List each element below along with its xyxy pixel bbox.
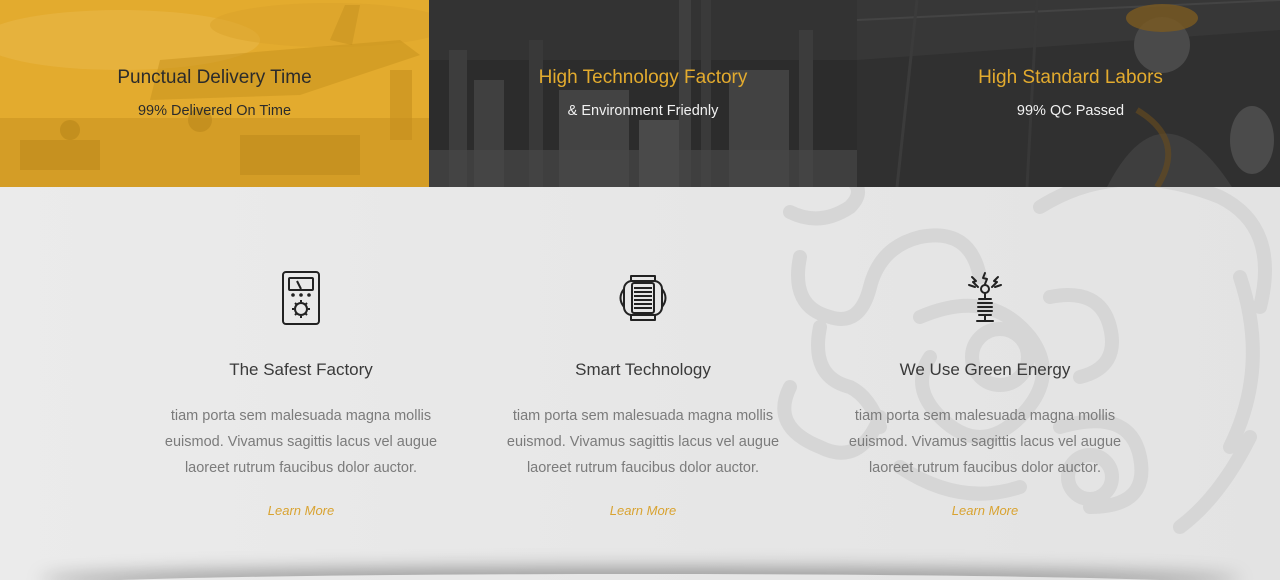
- banner-tile-text: High Standard Labors 99% QC Passed: [857, 66, 1280, 120]
- banner-tile-text: High Technology Factory & Environment Fr…: [429, 66, 857, 120]
- tesla-coil-icon: [968, 272, 1002, 322]
- feature-description: tiam porta sem malesuada magna mollis eu…: [848, 408, 1122, 476]
- feature-banner: Punctual Delivery Time 99% Delivered On …: [0, 0, 1280, 187]
- learn-more-link[interactable]: Learn More: [952, 503, 1018, 518]
- banner-tile-technology: High Technology Factory & Environment Fr…: [429, 0, 857, 187]
- feature-card-safest-factory: The Safest Factory tiam porta sem malesu…: [151, 187, 451, 520]
- feature-title: The Safest Factory: [229, 360, 373, 379]
- feature-title: Smart Technology: [575, 360, 711, 379]
- learn-more-link[interactable]: Learn More: [268, 503, 334, 518]
- page: Punctual Delivery Time 99% Delivered On …: [0, 0, 1280, 580]
- transformer-icon: [619, 275, 667, 321]
- banner-tile-delivery: Punctual Delivery Time 99% Delivered On …: [0, 0, 429, 187]
- multimeter-icon: [282, 271, 320, 325]
- banner-tile-subtitle: & Environment Friednly: [567, 103, 719, 119]
- banner-tile-subtitle: 99% Delivered On Time: [137, 103, 292, 119]
- learn-more-link[interactable]: Learn More: [610, 503, 676, 518]
- banner-tile-labors: High Standard Labors 99% QC Passed: [857, 0, 1280, 187]
- feature-description: tiam porta sem malesuada magna mollis eu…: [164, 408, 438, 476]
- feature-title: We Use Green Energy: [899, 360, 1071, 379]
- banner-tile-text: Punctual Delivery Time 99% Delivered On …: [0, 66, 429, 120]
- banner-tile-title: High Standard Labors: [978, 67, 1163, 88]
- feature-description: tiam porta sem malesuada magna mollis eu…: [506, 408, 780, 476]
- banner-tile-subtitle: 99% QC Passed: [1016, 103, 1125, 119]
- banner-tile-title: Punctual Delivery Time: [117, 67, 312, 88]
- feature-card-green-energy: We Use Green Energy tiam porta sem males…: [835, 187, 1135, 520]
- banner-tile-title: High Technology Factory: [538, 67, 748, 88]
- features-section: The Safest Factory tiam porta sem malesu…: [0, 187, 1280, 580]
- feature-card-smart-technology: Smart Technology tiam porta sem malesuad…: [493, 187, 793, 520]
- section-divider-shadow: [40, 574, 1240, 580]
